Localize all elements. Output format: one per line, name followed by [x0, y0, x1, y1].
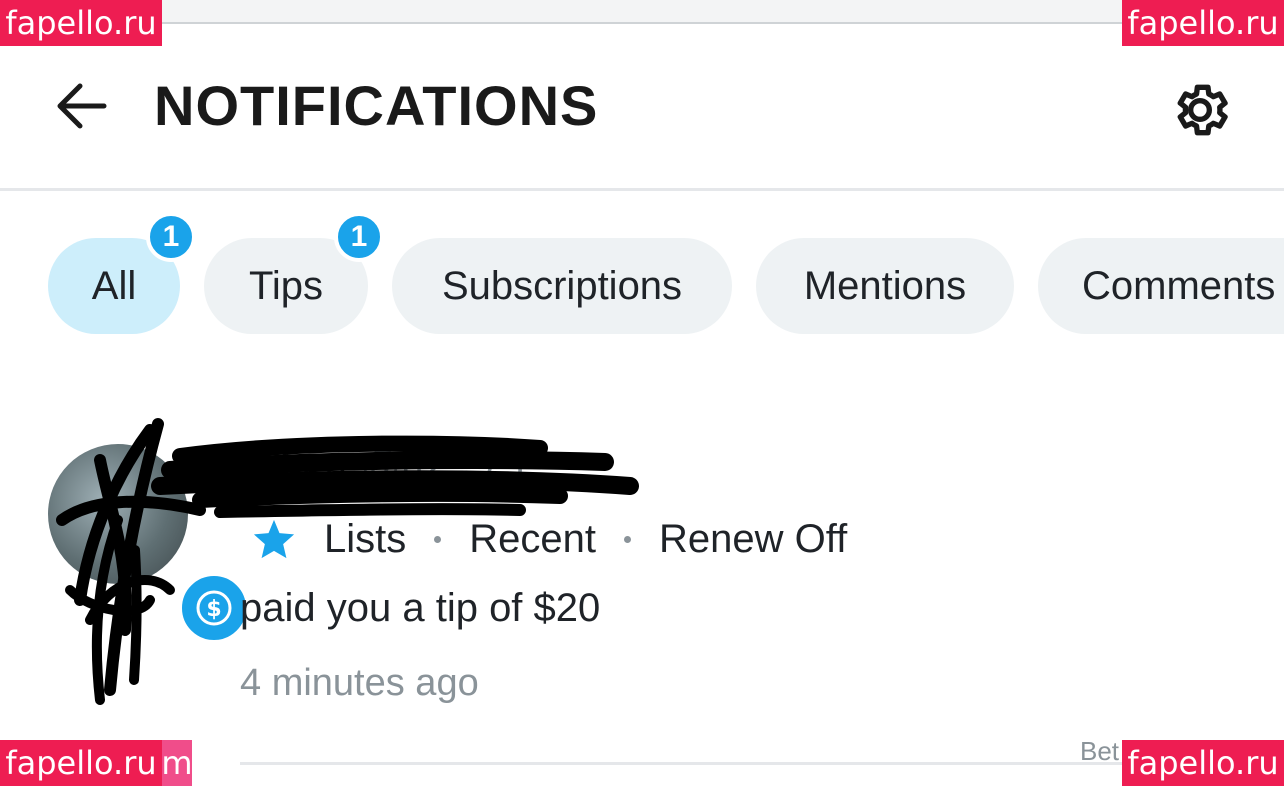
- app-header: NOTIFICATIONS: [0, 24, 1284, 191]
- notification-message: paid you a tip of $20: [240, 586, 601, 630]
- notifications-screen: NOTIFICATIONS All 1 Tips 1 Subscriptions…: [0, 0, 1284, 786]
- watermark-bottom-left-tail: m: [161, 740, 193, 786]
- settings-button[interactable]: [1162, 72, 1238, 148]
- separator-dot: [624, 535, 631, 543]
- watermark-bottom-right: fapello.ru: [1122, 740, 1284, 786]
- tab-all-badge: 1: [146, 212, 196, 262]
- arrow-left-icon: [57, 83, 107, 129]
- recent-link[interactable]: Recent: [469, 517, 596, 562]
- lists-link[interactable]: Lists: [324, 517, 406, 562]
- avatar[interactable]: [48, 444, 188, 584]
- page-title: NOTIFICATIONS: [154, 74, 599, 137]
- tab-subscriptions[interactable]: Subscriptions: [392, 238, 732, 334]
- tab-comments[interactable]: Comments: [1038, 238, 1284, 334]
- gear-icon: [1177, 84, 1228, 136]
- tab-mentions[interactable]: Mentions: [756, 238, 1014, 334]
- user-meta: Lists Recent Renew Off: [252, 514, 847, 564]
- tab-subscriptions-label: Subscriptions: [441, 263, 683, 308]
- avatar-container[interactable]: $: [48, 444, 250, 644]
- filter-tabs: All 1 Tips 1 Subscriptions Mentions Comm…: [0, 212, 1284, 338]
- tab-comments-label: Comments: [1082, 263, 1276, 308]
- tab-mentions-label: Mentions: [803, 263, 967, 308]
- watermark-top-left: fapello.ru: [0, 0, 162, 46]
- notification-time: 4 minutes ago: [240, 662, 479, 704]
- svg-text:$: $: [206, 597, 221, 622]
- user-handle: @u2...75: [360, 444, 524, 488]
- tab-tips-label: Tips: [248, 263, 324, 308]
- tab-tips-badge: 1: [334, 212, 384, 262]
- star-icon[interactable]: [252, 518, 296, 560]
- watermark-top-right: fapello.ru: [1122, 0, 1284, 46]
- watermark-bottom-left: fapello.ru: [0, 740, 162, 786]
- notification-item[interactable]: $ Jchen @u2...75 Lists Recent Renew Off p…: [0, 400, 1284, 786]
- tab-all-label: All: [91, 263, 137, 308]
- user-line[interactable]: Jchen @u2...75: [240, 444, 524, 489]
- user-name[interactable]: Jchen: [240, 444, 347, 488]
- back-button[interactable]: [50, 76, 110, 136]
- dollar-coin-icon: $: [196, 590, 232, 626]
- separator-dot: [434, 535, 442, 543]
- renew-status: Renew Off: [659, 516, 848, 561]
- status-strip: [0, 0, 1284, 24]
